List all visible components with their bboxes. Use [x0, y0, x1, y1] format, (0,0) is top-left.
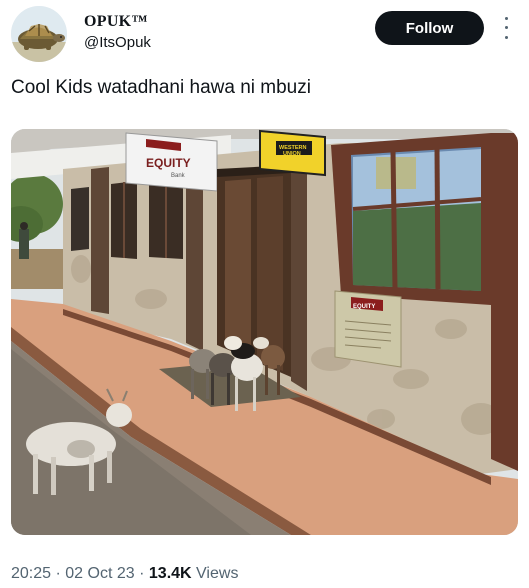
more-dot [504, 26, 508, 30]
tweet-time[interactable]: 20:25 [11, 565, 51, 582]
plaque-text: EQUITY [353, 304, 375, 310]
views-count[interactable]: 13.4K [149, 565, 192, 582]
author-handle[interactable]: @ItsOpuk [84, 34, 151, 52]
photo-bank-goats: EQUITY Bank WESTERN UNION EQUITY [11, 129, 518, 535]
author-display-name[interactable]: OPUK™ [84, 12, 151, 31]
tweet-photo[interactable]: EQUITY Bank WESTERN UNION EQUITY [11, 129, 518, 535]
more-dot [504, 35, 508, 39]
meta-separator: · [139, 565, 145, 582]
views-label: Views [196, 565, 239, 582]
author-block[interactable]: OPUK™ @ItsOpuk [84, 12, 151, 52]
tweet-date[interactable]: 02 Oct 23 [65, 565, 134, 582]
tortoise-avatar-icon [11, 6, 67, 62]
more-dot [504, 17, 508, 21]
tweet-meta: 20:25 · 02 Oct 23 · 13.4K Views [11, 563, 238, 585]
avatar[interactable] [11, 6, 67, 62]
equity-sign-subtext: Bank [171, 173, 186, 179]
meta-separator: · [55, 565, 61, 582]
western-union-line2: UNION [283, 151, 301, 157]
more-vertical-icon[interactable] [500, 14, 512, 42]
follow-button[interactable]: Follow [375, 11, 484, 45]
equity-sign-text: EQUITY [146, 156, 191, 170]
tweet-text: Cool Kids watadhani hawa ni mbuzi [11, 77, 311, 98]
